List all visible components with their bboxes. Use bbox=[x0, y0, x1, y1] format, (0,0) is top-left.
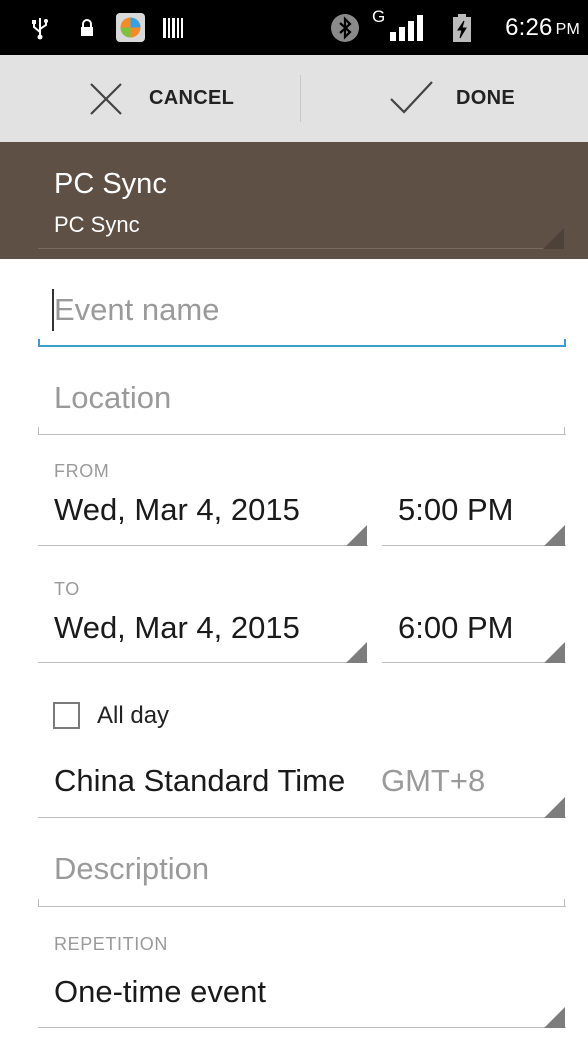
to-date-underline bbox=[38, 662, 368, 663]
account-underline bbox=[38, 248, 564, 249]
bluetooth-icon bbox=[330, 0, 360, 55]
done-label: DONE bbox=[456, 87, 515, 109]
lock-icon bbox=[79, 0, 95, 55]
status-bar: G 6:26 PM bbox=[0, 0, 588, 55]
location-underline bbox=[38, 434, 566, 435]
timezone-dropdown-icon bbox=[544, 797, 565, 818]
event-name-tick-left bbox=[38, 339, 40, 347]
timezone-name: China Standard Time bbox=[54, 763, 346, 798]
from-time-dropdown-icon bbox=[544, 525, 565, 546]
to-date: Wed, Mar 4, 2015 bbox=[54, 610, 300, 645]
description-placeholder: Description bbox=[54, 851, 210, 886]
account-name: PC Sync bbox=[54, 168, 167, 200]
to-time-underline bbox=[382, 662, 566, 663]
usb-icon bbox=[31, 0, 49, 55]
to-time: 6:00 PM bbox=[398, 610, 514, 645]
all-day-checkbox[interactable] bbox=[53, 702, 80, 729]
from-date: Wed, Mar 4, 2015 bbox=[54, 492, 300, 527]
from-time-underline bbox=[382, 545, 566, 546]
action-bar: CANCEL DONE bbox=[0, 55, 588, 142]
to-caption: TO bbox=[54, 579, 80, 599]
description-tick-right bbox=[564, 899, 565, 907]
battery-charging-icon bbox=[452, 0, 472, 55]
account-dropdown-icon bbox=[543, 228, 564, 249]
all-day-label[interactable]: All day bbox=[97, 702, 169, 730]
app-icon bbox=[116, 0, 145, 55]
from-caption: FROM bbox=[54, 461, 110, 481]
from-time: 5:00 PM bbox=[398, 492, 514, 527]
clock-ampm: PM bbox=[555, 20, 580, 38]
timezone-offset: GMT+8 bbox=[381, 763, 486, 798]
location-placeholder: Location bbox=[54, 380, 172, 415]
to-date-dropdown-icon bbox=[346, 642, 367, 663]
repetition-value: One-time event bbox=[54, 974, 266, 1009]
barcode-icon bbox=[162, 0, 184, 55]
description-tick-left bbox=[38, 899, 39, 907]
close-icon bbox=[88, 81, 124, 122]
repetition-caption: REPETITION bbox=[54, 934, 169, 954]
to-time-dropdown-icon bbox=[544, 642, 565, 663]
repetition-dropdown-icon bbox=[544, 1007, 565, 1028]
repetition-underline bbox=[38, 1027, 566, 1028]
location-tick-left bbox=[38, 427, 39, 435]
from-date-underline bbox=[38, 545, 368, 546]
account-subtitle: PC Sync bbox=[54, 212, 140, 237]
network-type: G bbox=[372, 7, 386, 26]
cancel-button[interactable]: CANCEL bbox=[0, 55, 300, 142]
check-icon bbox=[388, 79, 434, 122]
event-name-placeholder: Event name bbox=[54, 292, 220, 327]
description-underline bbox=[38, 906, 566, 907]
location-tick-right bbox=[564, 427, 565, 435]
event-name-tick-right bbox=[564, 339, 566, 347]
timezone-underline bbox=[38, 817, 566, 818]
cancel-label: CANCEL bbox=[149, 87, 235, 109]
from-date-dropdown-icon bbox=[346, 525, 367, 546]
text-cursor bbox=[52, 289, 54, 331]
event-name-underline bbox=[38, 345, 566, 347]
clock-time: 6:26 bbox=[505, 13, 553, 41]
status-clock: 6:26 PM bbox=[505, 0, 580, 55]
done-button[interactable]: DONE bbox=[301, 55, 588, 142]
signal-icon bbox=[388, 0, 428, 55]
